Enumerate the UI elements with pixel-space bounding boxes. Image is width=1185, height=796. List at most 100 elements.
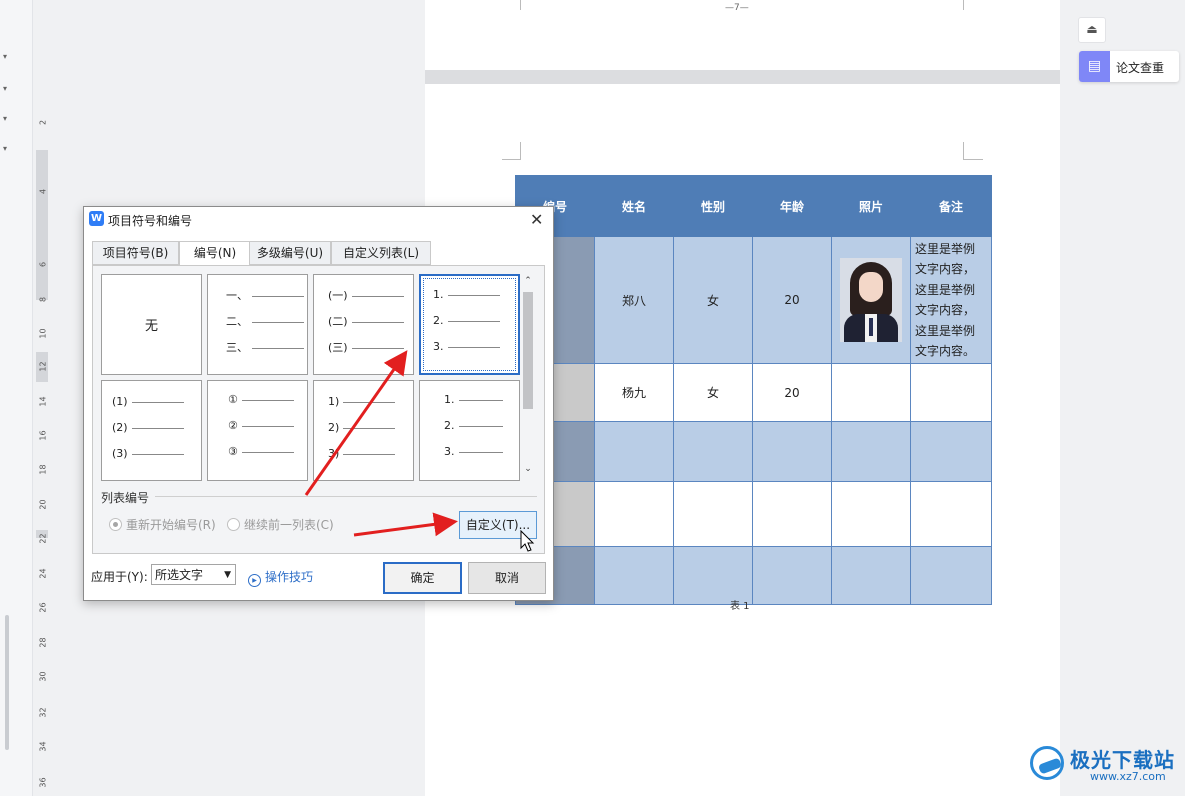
data-table[interactable]: 编号 姓名 性别 年龄 照片 备注 郑八 女 20 这里是举例 文字内容， 这里… xyxy=(515,175,992,605)
ruler-mark: 34 xyxy=(38,741,48,752)
table-cell[interactable] xyxy=(910,421,992,482)
table-cell[interactable] xyxy=(831,421,911,482)
ruler-mark: 2 xyxy=(38,119,48,126)
table-cell[interactable] xyxy=(910,363,992,422)
ruler-mark: 24 xyxy=(38,568,48,579)
table-cell[interactable] xyxy=(752,546,832,605)
restart-numbering-radio[interactable]: 重新开始编号(R) xyxy=(109,516,216,533)
table-header: 照片 xyxy=(831,175,911,237)
table-cell[interactable]: 20 xyxy=(752,236,832,364)
page-number: —7— xyxy=(725,3,749,13)
table-cell[interactable]: 20 xyxy=(752,363,832,422)
table-cell[interactable] xyxy=(910,546,992,605)
tab-custom-list[interactable]: 自定义列表(L) xyxy=(331,241,431,265)
thesis-check-button[interactable]: ▤ 论文查重 xyxy=(1079,51,1179,82)
remark-line: 这里是举例 xyxy=(915,241,976,256)
ruler-mark: 30 xyxy=(38,671,48,682)
numbering-option-chinese[interactable]: 一、 二、 三、 xyxy=(207,274,308,375)
continue-list-label: 继续前一列表(C) xyxy=(244,518,334,532)
tips-link[interactable]: ▶ 操作技巧 xyxy=(248,568,313,587)
ruler-mark: 36 xyxy=(38,777,48,788)
table-cell[interactable]: 女 xyxy=(673,236,753,364)
cancel-button[interactable]: 取消 xyxy=(468,562,546,594)
remark-line: 文字内容， xyxy=(915,303,976,317)
table-cell[interactable] xyxy=(831,481,911,547)
ruler-mark: 4 xyxy=(38,188,48,195)
table-cell[interactable] xyxy=(673,421,753,482)
watermark-url: www.xz7.com xyxy=(1090,770,1166,783)
table-cell[interactable] xyxy=(673,546,753,605)
number-label: (二) xyxy=(328,315,348,328)
tab-multilevel[interactable]: 多级编号(U) xyxy=(249,241,331,265)
watermark-name: 极光下载站 xyxy=(1070,748,1175,772)
apply-to-label: 应用于(Y): xyxy=(91,570,148,584)
apply-to-select[interactable]: 所选文字 ▼ xyxy=(151,564,236,585)
chevron-down-icon[interactable]: ▾ xyxy=(3,84,7,93)
watermark-logo-icon xyxy=(1030,746,1064,780)
table-cell[interactable] xyxy=(673,481,753,547)
numbering-option-decimal-indented[interactable]: 1. 2. 3. xyxy=(419,380,520,481)
document-search-icon: ▤ xyxy=(1079,51,1110,82)
table-row xyxy=(515,421,992,482)
ruler-mark: 18 xyxy=(38,464,48,475)
list-numbering-section-label: 列表编号 xyxy=(101,491,150,505)
tab-bullets[interactable]: 项目符号(B) xyxy=(92,241,179,265)
ruler-mark: 14 xyxy=(38,396,48,407)
number-label: 1. xyxy=(444,393,455,406)
ruler-mark: 20 xyxy=(38,499,48,510)
table-cell[interactable] xyxy=(831,363,911,422)
numbering-option-none[interactable]: 无 xyxy=(101,274,202,375)
table-cell[interactable]: 郑八 xyxy=(594,236,674,364)
table-cell[interactable] xyxy=(594,546,674,605)
numbering-option-decimal-selected[interactable]: 1. 2. 3. xyxy=(419,274,520,375)
site-watermark: 极光下载站 www.xz7.com xyxy=(1030,742,1180,792)
table-row: 杨九 女 20 xyxy=(515,363,992,422)
table-cell[interactable]: 女 xyxy=(673,363,753,422)
table-cell[interactable] xyxy=(910,481,992,547)
chevron-up-icon[interactable]: ⌃ xyxy=(521,276,535,286)
chevron-down-icon[interactable]: ▾ xyxy=(3,144,7,153)
collapse-icon[interactable]: ⏏ xyxy=(1078,17,1106,43)
number-label: 1. xyxy=(433,288,444,301)
ruler-mark: 28 xyxy=(38,637,48,648)
play-icon: ▶ xyxy=(248,574,261,587)
table-cell[interactable] xyxy=(594,421,674,482)
table-cell[interactable]: 杨九 xyxy=(594,363,674,422)
table-cell[interactable] xyxy=(594,481,674,547)
table-cell[interactable]: 这里是举例 文字内容， 这里是举例 文字内容， 这里是举例 文字内容。 xyxy=(910,236,992,364)
table-cell[interactable] xyxy=(752,421,832,482)
number-label: (1) xyxy=(112,395,128,408)
chevron-down-icon[interactable]: ▾ xyxy=(3,52,7,61)
table-row xyxy=(515,481,992,547)
dialog-title: 项目符号和编号 xyxy=(108,214,193,228)
table-cell[interactable] xyxy=(831,236,911,364)
table-cell[interactable] xyxy=(752,481,832,547)
ruler-mark: 12 xyxy=(38,361,48,372)
table-header-row: 编号 姓名 性别 年龄 照片 备注 xyxy=(515,175,992,237)
close-icon[interactable]: ✕ xyxy=(530,210,543,229)
numbering-option-circled[interactable]: ① ② ③ xyxy=(207,380,308,481)
section-divider xyxy=(155,496,537,497)
ruler-mark: 26 xyxy=(38,602,48,613)
numbering-option-paren-arabic[interactable]: (1) (2) (3) xyxy=(101,380,202,481)
number-label: 3) xyxy=(328,447,340,460)
wps-logo-icon: W xyxy=(89,211,104,226)
vertical-scrollbar[interactable] xyxy=(5,615,9,750)
chevron-down-icon[interactable]: ▾ xyxy=(3,114,7,123)
left-margin-panel: ▾ ▾ ▾ ▾ xyxy=(0,0,33,796)
numbering-option-paren-chinese[interactable]: (一) (二) (三) xyxy=(313,274,414,375)
tab-numbering[interactable]: 编号(N) xyxy=(179,241,251,266)
scrollbar-thumb[interactable] xyxy=(523,292,533,409)
numbering-option-half-paren[interactable]: 1) 2) 3) xyxy=(313,380,414,481)
number-label: ② xyxy=(228,419,238,432)
gallery-scrollbar[interactable]: ⌃ ⌄ xyxy=(521,274,535,479)
none-label: 无 xyxy=(144,319,158,334)
chevron-down-icon[interactable]: ⌄ xyxy=(521,464,535,474)
ok-button[interactable]: 确定 xyxy=(383,562,462,594)
ruler-mark: 22 xyxy=(38,533,48,544)
number-label: (2) xyxy=(112,421,128,434)
continue-list-radio[interactable]: 继续前一列表(C) xyxy=(227,516,334,533)
portrait-photo[interactable] xyxy=(840,258,902,342)
table-cell[interactable] xyxy=(831,546,911,605)
customize-button[interactable]: 自定义(T)... xyxy=(459,511,537,539)
